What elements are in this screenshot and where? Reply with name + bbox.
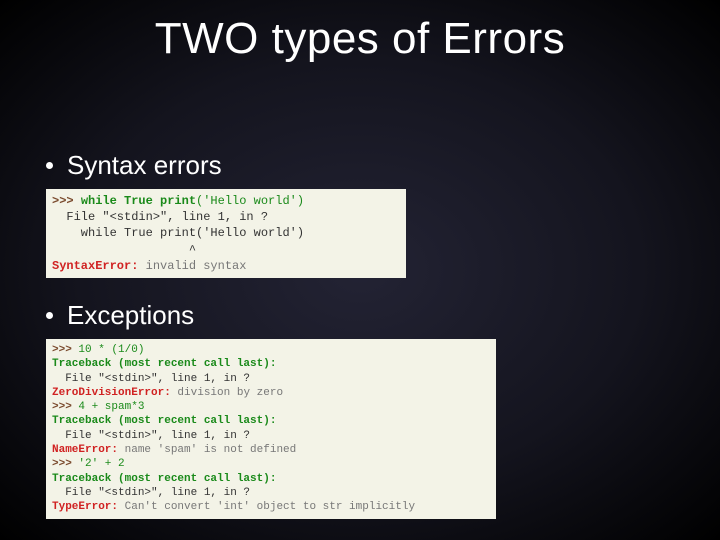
bullet-label: Exceptions bbox=[67, 300, 194, 331]
code-line: File "<stdin>", line 1, in ? bbox=[52, 430, 250, 442]
code-literal: '2' + 2 bbox=[78, 458, 124, 470]
code-traceback: Traceback (most recent call last): bbox=[52, 358, 276, 370]
code-error-msg: Can't convert 'int' object to str implic… bbox=[118, 501, 415, 513]
code-error-msg: name 'spam' is not defined bbox=[118, 444, 296, 456]
code-literal: 10 * (1/0) bbox=[78, 344, 144, 356]
code-literal: 4 + spam*3 bbox=[78, 401, 144, 413]
bullet-exceptions: Exceptions bbox=[46, 300, 690, 331]
bullet-icon bbox=[46, 162, 53, 169]
code-traceback: Traceback (most recent call last): bbox=[52, 473, 276, 485]
slide: TWO types of Errors Syntax errors >>> wh… bbox=[0, 0, 720, 540]
code-prompt: >>> bbox=[52, 458, 78, 470]
code-prompt: >>> bbox=[52, 194, 81, 208]
code-keyword: while True print bbox=[81, 194, 196, 208]
code-error-class: TypeError: bbox=[52, 501, 118, 513]
code-prompt: >>> bbox=[52, 401, 78, 413]
code-block-syntax-error: >>> while True print('Hello world') File… bbox=[46, 189, 406, 278]
code-line: while True print('Hello world') bbox=[52, 226, 304, 240]
code-literal: ('Hello world') bbox=[196, 194, 304, 208]
code-line: File "<stdin>", line 1, in ? bbox=[52, 210, 268, 224]
code-error-class: ZeroDivisionError: bbox=[52, 387, 171, 399]
code-prompt: >>> bbox=[52, 344, 78, 356]
slide-title: TWO types of Errors bbox=[0, 14, 720, 64]
code-block-exceptions: >>> 10 * (1/0) Traceback (most recent ca… bbox=[46, 339, 496, 519]
bullet-syntax-errors: Syntax errors bbox=[46, 150, 690, 181]
code-error-msg: invalid syntax bbox=[138, 259, 246, 273]
code-line: File "<stdin>", line 1, in ? bbox=[52, 373, 250, 385]
code-traceback: Traceback (most recent call last): bbox=[52, 415, 276, 427]
code-line: File "<stdin>", line 1, in ? bbox=[52, 487, 250, 499]
bullet-icon bbox=[46, 312, 53, 319]
bullet-label: Syntax errors bbox=[67, 150, 222, 181]
slide-content: Syntax errors >>> while True print('Hell… bbox=[46, 150, 690, 519]
code-error-class: SyntaxError: bbox=[52, 259, 138, 273]
code-caret: ^ bbox=[52, 243, 196, 257]
code-error-msg: division by zero bbox=[171, 387, 283, 399]
code-error-class: NameError: bbox=[52, 444, 118, 456]
